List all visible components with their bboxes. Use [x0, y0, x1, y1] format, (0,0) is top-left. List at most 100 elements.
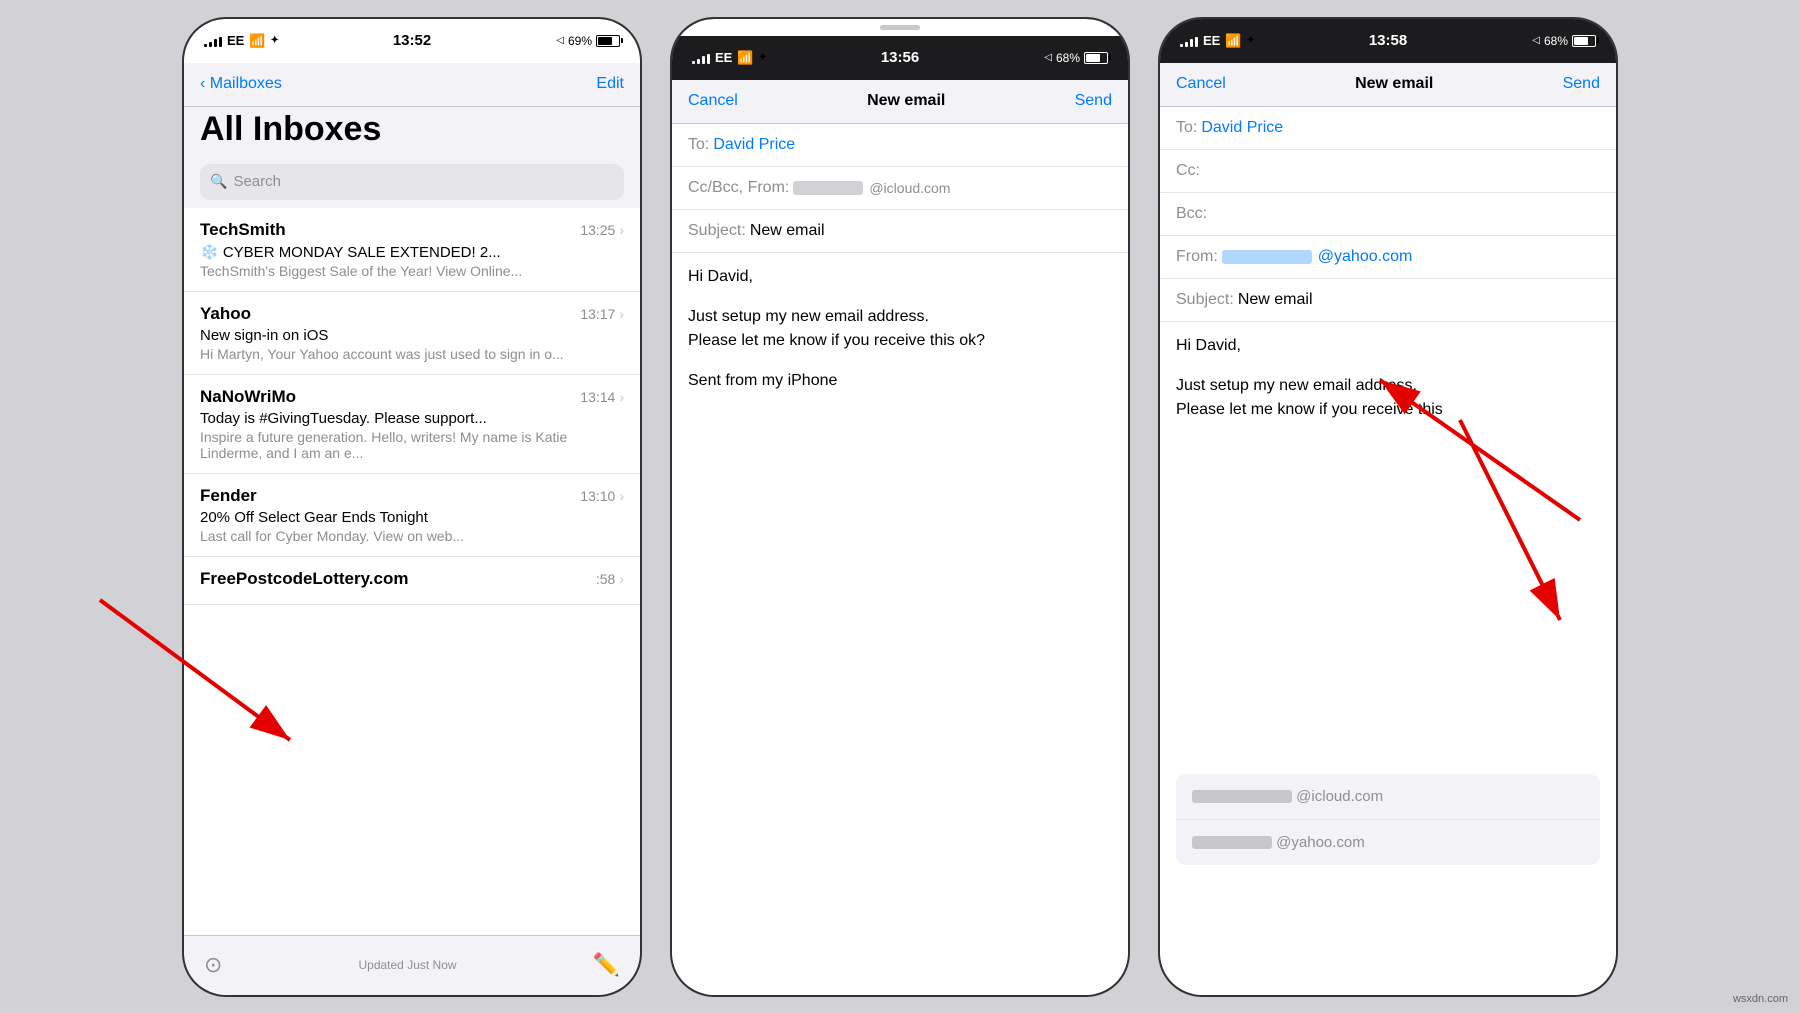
send-button-3[interactable]: Send [1563, 75, 1600, 93]
to-label: To: [688, 136, 709, 154]
cc-label: Cc: [1176, 162, 1200, 180]
email-time: 13:10 › [580, 488, 624, 504]
from-value-3: @yahoo.com [1318, 248, 1413, 266]
carrier-label: EE [227, 33, 244, 48]
to-field[interactable]: To: David Price [672, 124, 1128, 167]
location-arrow-icon: ◁ [1044, 52, 1052, 63]
body-line1: Just setup my new email address. [688, 305, 1112, 329]
body-line2-3: Please let me know if you receive this [1176, 398, 1600, 422]
status-carrier-2: EE 📶 ✦ [692, 50, 767, 66]
battery-percent: 68% [1056, 51, 1080, 65]
from-email-dropdown[interactable]: @icloud.com @yahoo.com [1176, 774, 1600, 865]
location-icon: ✦ [1247, 35, 1255, 46]
drag-handle [880, 25, 920, 30]
email-sender: Yahoo [200, 304, 251, 324]
dropdown-item-yahoo[interactable]: @yahoo.com [1176, 820, 1600, 865]
status-right-3: ◁ 68% [1532, 34, 1596, 48]
compose-title-3: New email [1355, 75, 1433, 93]
email-subject: 20% Off Select Gear Ends Tonight [200, 509, 624, 526]
dropdown-item-icloud[interactable]: @icloud.com [1176, 774, 1600, 820]
battery-percent: 68% [1544, 34, 1568, 48]
subject-value: New email [750, 222, 825, 240]
signal-icon [692, 52, 710, 64]
bcc-field[interactable]: Bcc: [1160, 193, 1616, 236]
battery-icon [1572, 35, 1596, 47]
body-signature: Sent from my iPhone [688, 369, 1112, 393]
subject-field[interactable]: Subject: New email [672, 210, 1128, 253]
email-item-yahoo[interactable]: Yahoo 13:17 › New sign-in on iOS Hi Mart… [184, 292, 640, 375]
wifi-icon: 📶 [249, 33, 265, 49]
carrier-label: EE [1203, 33, 1220, 48]
chevron-icon: › [619, 488, 624, 504]
email-item-techsmith[interactable]: TechSmith 13:25 › ❄️ CYBER MONDAY SALE E… [184, 208, 640, 292]
status-time-1: 13:52 [393, 32, 431, 49]
edit-button[interactable]: Edit [596, 75, 624, 93]
ccbcc-field[interactable]: Cc/Bcc, From: @icloud.com [672, 167, 1128, 210]
filter-icon[interactable]: ⊙ [204, 952, 222, 978]
send-button[interactable]: Send [1075, 92, 1112, 110]
search-bar[interactable]: 🔍 Search [200, 164, 624, 200]
email-body-3[interactable]: Hi David, Just setup my new email addres… [1160, 322, 1616, 995]
watermark: wsxdn.com [1733, 993, 1788, 1005]
chevron-icon: › [619, 222, 624, 238]
email-item-nanowrimo[interactable]: NaNoWriMo 13:14 › Today is #GivingTuesda… [184, 375, 640, 474]
email-item-freepostcode[interactable]: FreePostcodeLottery.com :58 › [184, 557, 640, 605]
ccbcc-label: Cc/Bcc, From: [688, 179, 789, 197]
to-field-3[interactable]: To: David Price [1160, 107, 1616, 150]
location-icon: ✦ [271, 35, 279, 46]
email-body[interactable]: Hi David, Just setup my new email addres… [672, 253, 1128, 995]
status-right-2: ◁ 68% [1044, 51, 1108, 65]
body-line1-3: Just setup my new email address. [1176, 374, 1600, 398]
cancel-button[interactable]: Cancel [688, 92, 738, 110]
from-email: @icloud.com [869, 180, 950, 196]
yahoo-blur [1192, 836, 1272, 849]
wifi-icon: 📶 [1225, 33, 1241, 49]
bcc-label: Bcc: [1176, 205, 1207, 223]
signal-icon [1180, 35, 1198, 47]
email-item-fender[interactable]: Fender 13:10 › 20% Off Select Gear Ends … [184, 474, 640, 557]
chevron-icon: › [619, 389, 624, 405]
status-time-2: 13:56 [881, 49, 919, 66]
yahoo-suffix: @yahoo.com [1276, 834, 1365, 851]
battery-fill [1574, 37, 1588, 45]
subject-label-3: Subject: [1176, 291, 1234, 309]
location-arrow-icon: ◁ [556, 35, 564, 46]
subject-value-3: New email [1238, 291, 1313, 309]
cancel-button-3[interactable]: Cancel [1176, 75, 1226, 93]
compose-title: New email [867, 92, 945, 110]
email-preview: Inspire a future generation. Hello, writ… [200, 429, 624, 461]
from-field[interactable]: From: @yahoo.com [1160, 236, 1616, 279]
location-arrow-icon: ◁ [1532, 35, 1540, 46]
page-title: All Inboxes [200, 111, 624, 148]
cc-field[interactable]: Cc: [1160, 150, 1616, 193]
email-sender: FreePostcodeLottery.com [200, 569, 408, 589]
battery-fill [598, 37, 612, 45]
email-preview: TechSmith's Biggest Sale of the Year! Vi… [200, 263, 624, 279]
email-sender: TechSmith [200, 220, 286, 240]
email-time: 13:17 › [580, 306, 624, 322]
back-button[interactable]: ‹ Mailboxes [200, 75, 282, 93]
status-carrier-1: EE 📶 ✦ [204, 33, 279, 49]
email-list: TechSmith 13:25 › ❄️ CYBER MONDAY SALE E… [184, 208, 640, 935]
chevron-icon: › [619, 571, 624, 587]
search-placeholder: Search [233, 173, 281, 190]
email-preview: Hi Martyn, Your Yahoo account was just u… [200, 346, 624, 362]
to-value: David Price [713, 136, 795, 154]
email-subject: New sign-in on iOS [200, 327, 624, 344]
subject-field-3[interactable]: Subject: New email [1160, 279, 1616, 322]
compose-icon[interactable]: ✏️ [593, 952, 620, 978]
from-email-blur [793, 181, 863, 195]
status-carrier-3: EE 📶 ✦ [1180, 33, 1255, 49]
body-line2: Please let me know if you receive this o… [688, 329, 1112, 353]
battery-icon [1084, 52, 1108, 64]
battery-icon [596, 35, 620, 47]
email-time: :58 › [596, 571, 624, 587]
signal-icon [204, 35, 222, 47]
email-sender: Fender [200, 486, 257, 506]
from-label: From: [1176, 248, 1218, 266]
body-greeting-3: Hi David, [1176, 334, 1600, 358]
wifi-icon: 📶 [737, 50, 753, 66]
to-value-3: David Price [1201, 119, 1283, 137]
email-sender: NaNoWriMo [200, 387, 296, 407]
icloud-blur [1192, 790, 1292, 803]
